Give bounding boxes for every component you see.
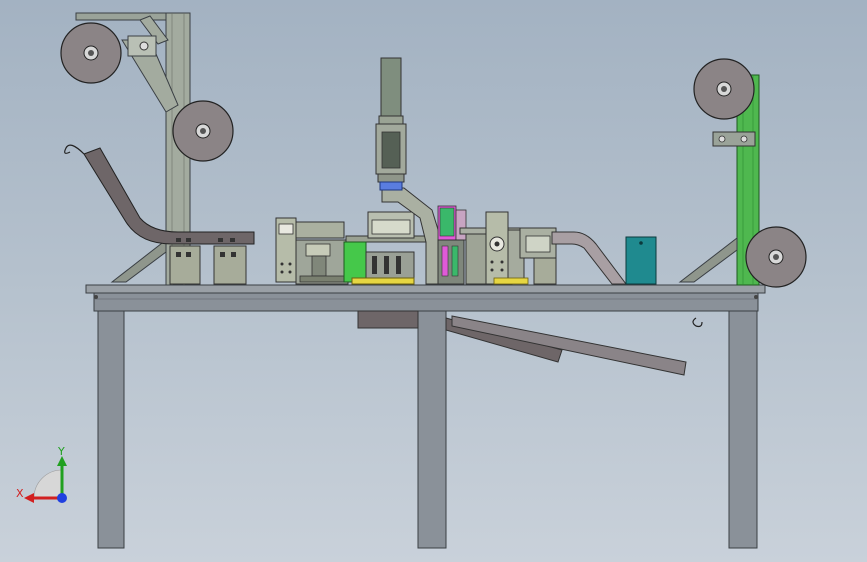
hook-right (692, 317, 703, 328)
left-material-roll-lower[interactable] (172, 100, 234, 162)
coordinate-triad-icon: Y X (16, 445, 67, 503)
z-axis-dot (57, 493, 67, 503)
control-box[interactable] (625, 236, 657, 285)
press-cylinder[interactable] (375, 57, 407, 191)
right-material-roll-upper[interactable] (693, 58, 755, 120)
table-leg-left (97, 310, 125, 549)
right-curved-guide[interactable] (551, 231, 627, 285)
left-material-roll-upper[interactable] (60, 22, 122, 84)
left-curved-guide[interactable] (64, 144, 255, 285)
under-block (357, 310, 419, 329)
x-axis-label: X (16, 487, 24, 500)
table-leg-right (728, 310, 758, 549)
output-conveyor[interactable] (459, 211, 557, 285)
right-material-roll-lower[interactable] (745, 226, 807, 288)
discharge-chute-long (451, 315, 687, 376)
table-leg-middle (417, 310, 447, 549)
y-axis-label: Y (57, 445, 65, 458)
table[interactable] (85, 284, 766, 549)
cad-viewport[interactable]: Y X (0, 0, 867, 562)
table-apron (93, 292, 759, 312)
blue-cylinder-ring (379, 181, 403, 191)
feeder-module[interactable] (275, 217, 349, 285)
table-top (85, 284, 766, 294)
yellow-base-plate (351, 277, 415, 285)
machine-model[interactable]: Y X (0, 0, 867, 562)
